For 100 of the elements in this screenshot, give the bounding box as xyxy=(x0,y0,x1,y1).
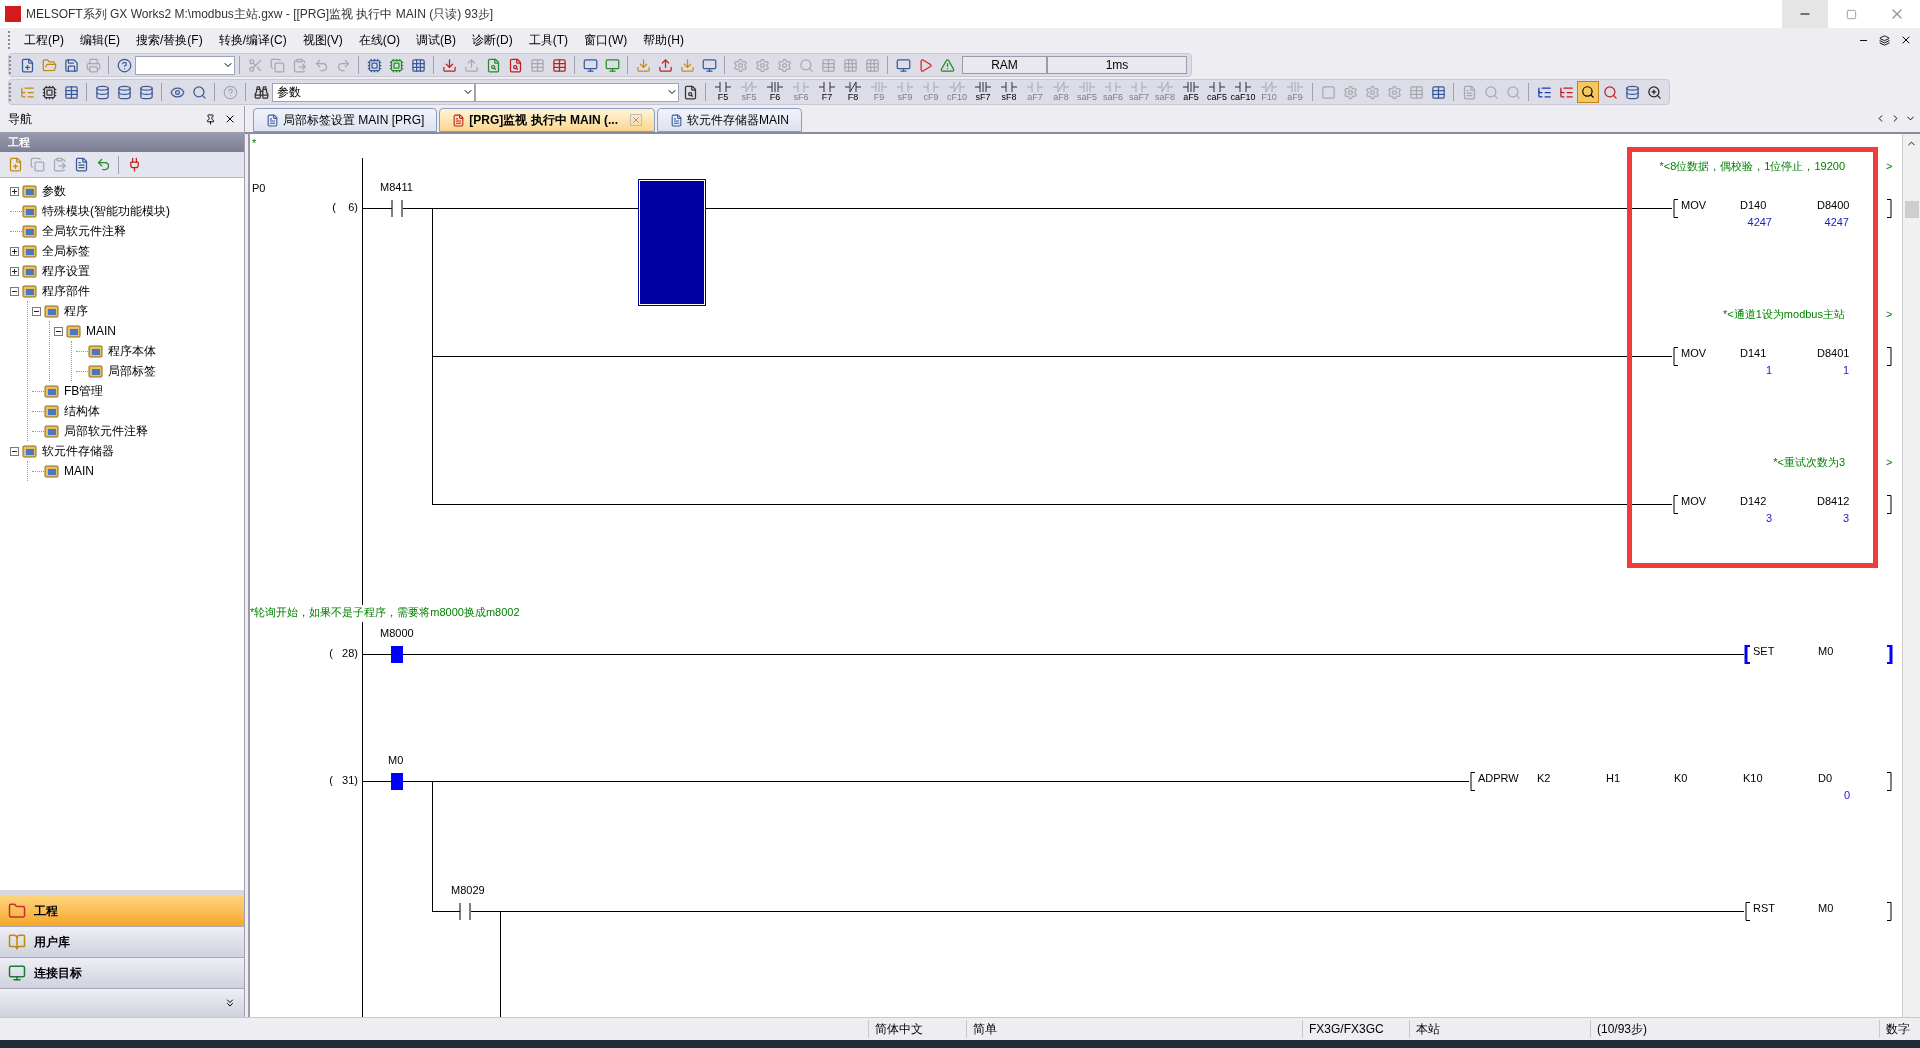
node-icon xyxy=(44,403,60,419)
eye-icon xyxy=(169,84,185,100)
editor-tab[interactable]: 软元件存储器MAIN xyxy=(657,108,802,132)
collapse-icon[interactable] xyxy=(54,326,63,336)
node-icon xyxy=(44,383,60,399)
ladder-symbol-icon xyxy=(1157,82,1173,92)
vertical-scrollbar[interactable] xyxy=(1902,134,1920,1017)
tree-item[interactable]: MAIN xyxy=(86,322,116,340)
magnifier-button[interactable] xyxy=(1577,81,1599,103)
panel-button[interactable]: 连接目标 xyxy=(0,958,244,989)
monitor-icon xyxy=(895,57,911,73)
more-icon[interactable] xyxy=(224,997,236,1009)
tree-item[interactable]: 参数 xyxy=(42,182,66,200)
tree-item[interactable]: 全局软元件注释 xyxy=(42,222,126,240)
menu-item[interactable]: 工具(T) xyxy=(521,31,575,49)
ladder-key-button[interactable]: sF7 xyxy=(970,80,996,104)
paste-icon xyxy=(291,57,307,73)
monitor-value: 1 xyxy=(1764,364,1772,377)
expand-icon[interactable] xyxy=(10,266,19,276)
tree-item[interactable]: 特殊模块(智能功能模块) xyxy=(42,202,170,220)
menu-item[interactable]: 窗口(W) xyxy=(577,31,635,49)
ladder-symbol-icon xyxy=(1001,82,1017,92)
menu-item[interactable]: 诊断(D) xyxy=(465,31,520,49)
printer-icon xyxy=(85,57,101,73)
ladder-key-button[interactable]: caF10 xyxy=(1230,80,1256,104)
scroll-thumb[interactable] xyxy=(1904,201,1919,218)
pointer-label: P0 xyxy=(252,182,266,195)
search-icon xyxy=(1505,84,1521,100)
ladder-key-button[interactable]: F8 xyxy=(840,80,866,104)
mdi-restore-icon[interactable] xyxy=(1879,34,1890,46)
menu-item[interactable]: 转换/编译(C) xyxy=(211,31,294,49)
tree-item[interactable]: 全局标签 xyxy=(42,242,90,260)
pin-icon[interactable] xyxy=(205,113,216,125)
monitor-icon xyxy=(582,57,598,73)
editor-tab[interactable]: [PRG]监视 执行中 MAIN (... xyxy=(439,108,655,132)
statement-comment: *轮询开始，如果不是子程序，需要将m8000换成m8002 xyxy=(250,606,520,619)
close-tab-icon[interactable] xyxy=(630,114,642,126)
close-icon[interactable] xyxy=(224,113,236,125)
tree-item[interactable]: MAIN xyxy=(64,462,94,480)
collapse-icon[interactable] xyxy=(32,306,41,316)
grid-icon xyxy=(410,57,426,73)
tree-item[interactable]: 程序 xyxy=(64,302,88,320)
menu-item[interactable]: 在线(O) xyxy=(351,31,407,49)
monitor-icon xyxy=(604,57,620,73)
operand-text: M0 xyxy=(1818,902,1834,915)
ladder-symbol-icon xyxy=(949,82,965,92)
collapse-icon[interactable] xyxy=(10,286,19,296)
document-icon xyxy=(452,113,466,127)
tree-item[interactable]: 软元件存储器 xyxy=(42,442,114,460)
operand-text: D8401 xyxy=(1817,347,1850,360)
binoculars-icon xyxy=(253,84,269,100)
grid-icon xyxy=(842,57,858,73)
tree-item[interactable]: 程序本体 xyxy=(108,342,156,360)
node-icon xyxy=(22,443,38,459)
panel-button[interactable]: 用户库 xyxy=(0,927,244,958)
operand-text: D8412 xyxy=(1817,495,1850,508)
status-field: 数字 xyxy=(1879,1020,1919,1038)
zoom-in-icon xyxy=(1646,84,1662,100)
menu-item[interactable]: 工程(P) xyxy=(17,31,71,49)
expand-icon[interactable] xyxy=(10,186,19,196)
ladder-symbol-icon xyxy=(845,82,861,92)
ladder-symbol-icon xyxy=(975,82,991,92)
tree-item[interactable]: 程序部件 xyxy=(42,282,90,300)
operand-text: D140 xyxy=(1740,199,1767,212)
menu-item[interactable]: 调试(B) xyxy=(409,31,463,49)
toolbar-combo[interactable] xyxy=(135,55,235,75)
section-header: 工程 xyxy=(0,132,244,152)
tree-item[interactable]: 局部软元件注释 xyxy=(64,422,148,440)
tree-item[interactable]: 结构体 xyxy=(64,402,100,420)
settings-icon xyxy=(1386,84,1402,100)
table-icon xyxy=(551,57,567,73)
ladder-key-button[interactable]: caF5 xyxy=(1204,80,1230,104)
ladder-key-button[interactable]: F6 xyxy=(762,80,788,104)
tree-item[interactable]: 局部标签 xyxy=(108,362,156,380)
operand-text: K0 xyxy=(1674,772,1688,785)
expand-icon[interactable] xyxy=(10,246,19,256)
node-icon xyxy=(22,263,38,279)
ladder-key-button[interactable]: sF8 xyxy=(996,80,1022,104)
ladder-key-button[interactable]: F7 xyxy=(814,80,840,104)
tree-item[interactable]: 程序设置 xyxy=(42,262,90,280)
menu-item[interactable]: 视图(V) xyxy=(295,31,350,49)
menu-item[interactable]: 帮助(H) xyxy=(636,31,691,49)
ladder-key-button[interactable]: F5 xyxy=(710,80,736,104)
search-combo[interactable]: 参数 xyxy=(272,82,475,102)
table-icon xyxy=(529,57,545,73)
editor-tab[interactable]: 局部标签设置 MAIN [PRG] xyxy=(253,108,438,132)
table-icon xyxy=(1408,84,1424,100)
step-number: ( 6) xyxy=(331,201,358,214)
table-icon xyxy=(1430,84,1446,100)
mdi-close-icon[interactable] xyxy=(1900,34,1912,46)
file-search-icon xyxy=(485,57,501,73)
device-comment: *<8位数据，偶校验，1位停止，19200 xyxy=(1658,160,1845,173)
ladder-key-button[interactable]: aF5 xyxy=(1178,80,1204,104)
tree-item[interactable]: FB管理 xyxy=(64,382,104,400)
menu-item[interactable]: 搜索/替换(F) xyxy=(129,31,210,49)
operand-text: H1 xyxy=(1606,772,1621,785)
collapse-icon[interactable] xyxy=(10,446,19,456)
panel-button[interactable]: 工程 xyxy=(0,896,244,927)
ladder-symbol-icon xyxy=(871,82,887,92)
menu-item[interactable]: 编辑(E) xyxy=(73,31,127,49)
